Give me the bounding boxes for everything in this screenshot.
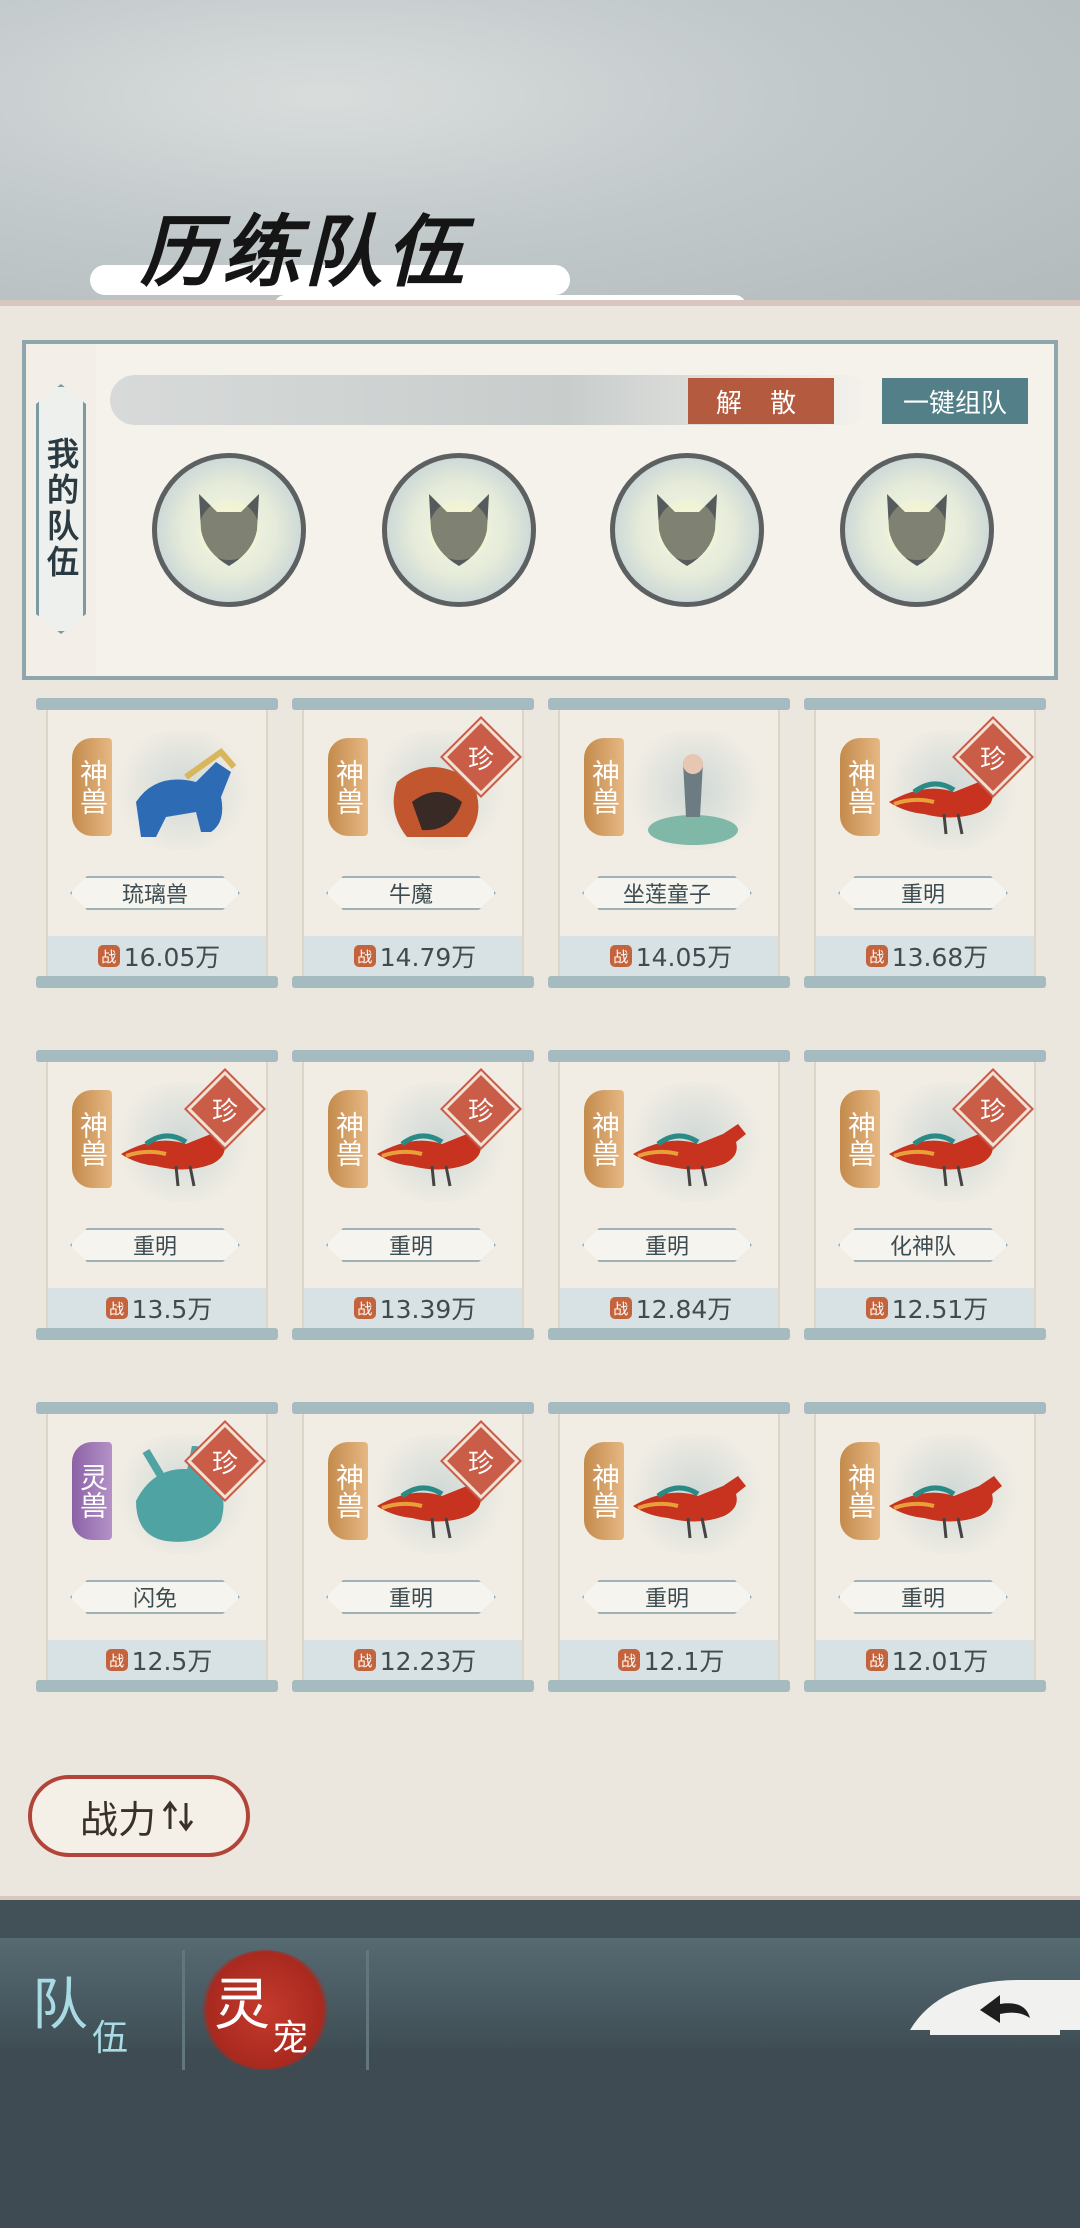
pet-card[interactable]: 神兽珍重明战 13.5万 [36, 1050, 278, 1340]
pet-card[interactable]: 神兽琉璃兽战 16.05万 [36, 698, 278, 988]
pet-card[interactable]: 灵兽珍闪免战 12.5万 [36, 1402, 278, 1692]
pet-power: 战 13.39万 [304, 1288, 522, 1328]
power-icon: 战 [105, 1649, 128, 1671]
pet-name: 重明 [582, 1580, 752, 1614]
pet-card[interactable]: 神兽坐莲童子战 14.05万 [548, 698, 790, 988]
phoenix-bird-icon [633, 1124, 746, 1187]
sort-by-power-button[interactable]: 战力 [28, 1775, 250, 1857]
sort-label: 战力 [79, 1797, 156, 1842]
tab-team[interactable]: 队伍 [32, 1960, 128, 2059]
pet-name: 重明 [70, 1228, 240, 1262]
power-icon: 战 [865, 945, 888, 967]
title-banner: 历练队伍 [90, 190, 590, 310]
power-icon: 战 [865, 1297, 888, 1319]
pet-power: 战 12.51万 [816, 1288, 1034, 1328]
pet-card[interactable]: 神兽珍化神队战 12.51万 [804, 1050, 1046, 1340]
power-icon: 战 [617, 1649, 640, 1671]
grade-badge: 神兽 [584, 1442, 624, 1540]
disband-button[interactable]: 解 散 [688, 378, 834, 424]
tab-divider [366, 1950, 369, 2070]
team-slot[interactable] [382, 453, 536, 607]
blue-beast-icon [136, 747, 237, 837]
pet-card[interactable]: 神兽珍重明战 13.39万 [292, 1050, 534, 1340]
power-icon: 战 [609, 945, 632, 967]
power-icon: 战 [105, 1297, 128, 1319]
pet-name: 重明 [838, 1580, 1008, 1614]
lotus-child-icon [648, 754, 738, 845]
pet-power: 战 14.05万 [560, 936, 778, 976]
empty-fox-slot-icon [887, 494, 947, 566]
pet-name: 重明 [326, 1228, 496, 1262]
pet-name: 重明 [326, 1580, 496, 1614]
back-arrow-icon[interactable] [900, 1960, 1080, 2050]
my-team-label: 我的队伍 [36, 384, 86, 634]
pet-power: 战 12.84万 [560, 1288, 778, 1328]
grade-badge: 神兽 [840, 738, 880, 836]
pet-card[interactable]: 神兽重明战 12.1万 [548, 1402, 790, 1692]
empty-fox-slot-icon [429, 494, 489, 566]
pet-name: 重明 [838, 876, 1008, 910]
grade-badge: 神兽 [72, 1090, 112, 1188]
pet-power: 战 13.5万 [48, 1288, 266, 1328]
power-icon: 战 [865, 1649, 888, 1671]
pet-power: 战 12.5万 [48, 1640, 266, 1680]
pet-power: 战 12.01万 [816, 1640, 1034, 1680]
grade-badge: 灵兽 [72, 1442, 112, 1540]
phoenix-bird-icon [889, 1476, 1002, 1539]
tab-pet[interactable]: 灵宠 [214, 1960, 308, 2059]
pet-card[interactable]: 神兽珍牛魔战 14.79万 [292, 698, 534, 988]
grade-badge: 神兽 [328, 738, 368, 836]
pet-name: 牛魔 [326, 876, 496, 910]
pet-power: 战 12.23万 [304, 1640, 522, 1680]
team-slot[interactable] [610, 453, 764, 607]
pet-name: 化神队 [838, 1228, 1008, 1262]
team-slot[interactable] [152, 453, 306, 607]
grade-badge: 神兽 [72, 738, 112, 836]
power-icon: 战 [353, 1297, 376, 1319]
grade-badge: 神兽 [584, 1090, 624, 1188]
phoenix-bird-icon [633, 1476, 746, 1539]
pet-power: 战 12.1万 [560, 1640, 778, 1680]
power-icon: 战 [609, 1297, 632, 1319]
tab-divider [182, 1950, 185, 2070]
grade-badge: 神兽 [584, 738, 624, 836]
pet-card[interactable]: 神兽重明战 12.01万 [804, 1402, 1046, 1692]
pet-card[interactable]: 神兽珍重明战 13.68万 [804, 698, 1046, 988]
pet-name: 琉璃兽 [70, 876, 240, 910]
empty-fox-slot-icon [199, 494, 259, 566]
power-icon: 战 [353, 945, 376, 967]
pet-power: 战 14.79万 [304, 936, 522, 976]
power-icon: 战 [97, 945, 120, 967]
auto-team-button[interactable]: 一键组队 [882, 378, 1028, 424]
team-slot[interactable] [840, 453, 994, 607]
pet-power: 战 16.05万 [48, 936, 266, 976]
grade-badge: 神兽 [328, 1442, 368, 1540]
empty-fox-slot-icon [657, 494, 717, 566]
pet-name: 闪免 [70, 1580, 240, 1614]
grade-badge: 神兽 [840, 1442, 880, 1540]
page-title: 历练队伍 [140, 207, 469, 298]
pet-card[interactable]: 神兽重明战 12.84万 [548, 1050, 790, 1340]
pet-power: 战 13.68万 [816, 936, 1034, 976]
power-icon: 战 [353, 1649, 376, 1671]
sort-arrows-icon [162, 1800, 194, 1832]
pet-name: 坐莲童子 [582, 876, 752, 910]
grade-badge: 神兽 [328, 1090, 368, 1188]
pet-name: 重明 [582, 1228, 752, 1262]
pet-card[interactable]: 神兽珍重明战 12.23万 [292, 1402, 534, 1692]
grade-badge: 神兽 [840, 1090, 880, 1188]
